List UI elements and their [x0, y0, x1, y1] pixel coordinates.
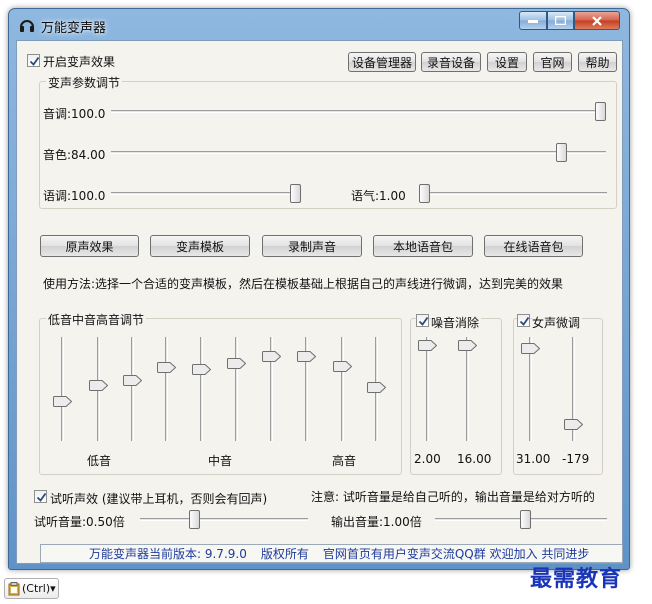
eq-band-thumb-7[interactable] — [262, 350, 281, 362]
noise-right-slider-track[interactable] — [466, 337, 469, 441]
homepage-text[interactable]: 官网首页有用户变声交流QQ群 欢迎加入 共同进步 — [323, 545, 590, 562]
noise-left-slider-track[interactable] — [426, 337, 429, 441]
eq-mid-label: 中音 — [208, 454, 233, 468]
headphones-icon — [19, 17, 35, 33]
breath-slider-track[interactable] — [419, 192, 607, 195]
eq-band-thumb-2[interactable] — [89, 379, 108, 391]
eq-band-thumb-5[interactable] — [192, 364, 211, 376]
close-button[interactable] — [574, 11, 620, 30]
female-tune-checkbox[interactable] — [517, 314, 530, 327]
timbre-slider-track[interactable] — [111, 151, 606, 154]
eq-high-label: 高音 — [332, 454, 357, 468]
tone-slider-track[interactable] — [111, 192, 301, 195]
voice-params-group: 变声参数调节 — [39, 74, 617, 209]
timbre-label: 音色:84.00 — [43, 148, 106, 162]
recording-device-button[interactable]: 录音设备 — [421, 52, 481, 72]
original-voice-button[interactable]: 原声效果 — [40, 235, 139, 257]
monitor-checkbox[interactable] — [34, 490, 47, 503]
record-sound-button[interactable]: 录制声音 — [262, 235, 362, 257]
close-icon — [592, 15, 602, 26]
female-left-value: 31.00 — [516, 452, 551, 466]
noise-left-slider-thumb[interactable] — [418, 340, 437, 351]
monitor-label: 试听声效 (建议带上耳机，否则会有回声) — [50, 492, 268, 506]
breath-slider-thumb[interactable] — [419, 184, 430, 203]
noise-checkbox[interactable] — [416, 314, 429, 327]
main-panel: 开启变声效果 设备管理器 录音设备 设置 官网 帮助 变声参数调节 音调:100… — [16, 40, 623, 564]
local-voice-pack-button[interactable]: 本地语音包 — [373, 235, 473, 257]
eq-band-track-5[interactable] — [200, 337, 203, 441]
eq-band-thumb-9[interactable] — [333, 361, 352, 373]
title-bar[interactable]: 万能变声器 — [9, 9, 629, 41]
eq-band-thumb-1[interactable] — [53, 396, 72, 408]
output-volume-slider-thumb[interactable] — [520, 510, 532, 529]
noise-left-value: 2.00 — [414, 452, 441, 466]
pitch-slider-thumb[interactable] — [595, 102, 606, 121]
version-text: 万能变声器当前版本: 9.7.9.0 — [89, 547, 247, 561]
minimize-button[interactable] — [519, 11, 547, 30]
eq-band-track-1[interactable] — [61, 337, 64, 441]
timbre-slider-thumb[interactable] — [556, 143, 568, 162]
output-volume-label: 输出音量:1.00倍 — [331, 515, 422, 529]
eq-band-track-9[interactable] — [341, 337, 344, 441]
female-right-slider-thumb[interactable] — [564, 419, 583, 430]
window-title: 万能变声器 — [41, 21, 107, 36]
pitch-label: 音调:100.0 — [43, 107, 106, 121]
listen-volume-slider-thumb[interactable] — [188, 510, 200, 529]
breath-label: 语气:1.00 — [351, 189, 406, 203]
voice-params-title: 变声参数调节 — [46, 74, 123, 91]
voice-template-button[interactable]: 变声模板 — [150, 235, 250, 257]
female-left-slider-thumb[interactable] — [521, 343, 540, 354]
listen-volume-label: 试听音量:0.50倍 — [34, 515, 125, 529]
volume-note: 注意: 试听音量是给自己听的，输出音量是给对方听的 — [311, 490, 595, 504]
tone-label: 语调:100.0 — [43, 189, 106, 203]
maximize-button[interactable] — [547, 11, 574, 30]
female-right-value: -179 — [562, 452, 590, 466]
device-manager-button[interactable]: 设备管理器 — [348, 52, 416, 72]
ctrl-label: (Ctrl)▾ — [22, 582, 56, 595]
eq-band-track-4[interactable] — [165, 337, 168, 441]
website-button[interactable]: 官网 — [533, 52, 572, 72]
eq-band-thumb-8[interactable] — [297, 350, 316, 362]
eq-band-track-3[interactable] — [131, 337, 134, 441]
eq-group-title: 低音中音高音调节 — [46, 311, 147, 328]
settings-button[interactable]: 设置 — [487, 52, 527, 72]
noise-label: 噪音消除 — [431, 314, 482, 331]
pitch-slider-track[interactable] — [111, 110, 606, 113]
eq-band-thumb-3[interactable] — [123, 374, 142, 386]
eq-low-label: 低音 — [87, 454, 112, 468]
eq-band-thumb-4[interactable] — [157, 362, 176, 374]
tone-slider-thumb[interactable] — [290, 184, 301, 203]
enable-effect-label: 开启变声效果 — [43, 55, 116, 69]
noise-right-value: 16.00 — [457, 452, 492, 466]
eq-band-track-6[interactable] — [235, 337, 238, 441]
help-button[interactable]: 帮助 — [578, 52, 617, 72]
noise-right-slider-thumb[interactable] — [458, 340, 477, 351]
watermark: 最需教育 — [530, 566, 623, 592]
female-tune-label: 女声微调 — [532, 314, 583, 331]
clipboard-icon — [8, 581, 20, 595]
copyright-text: 版权所有 — [260, 547, 309, 561]
eq-band-thumb-6[interactable] — [227, 358, 246, 369]
app-window: 万能变声器 开启变声效果 设备管理器 录音设备 设置 官网 帮助 变声参数调节 … — [8, 8, 630, 570]
usage-instructions: 使用方法:选择一个合适的变声模板，然后在模板基础上根据自己的声线进行微调，达到完… — [43, 277, 564, 291]
online-voice-pack-button[interactable]: 在线语音包 — [484, 235, 583, 257]
paste-options-button[interactable]: (Ctrl)▾ — [4, 578, 59, 599]
listen-volume-slider-track[interactable] — [140, 518, 308, 521]
enable-effect-checkbox[interactable] — [27, 54, 40, 67]
eq-band-thumb-10[interactable] — [367, 381, 386, 393]
